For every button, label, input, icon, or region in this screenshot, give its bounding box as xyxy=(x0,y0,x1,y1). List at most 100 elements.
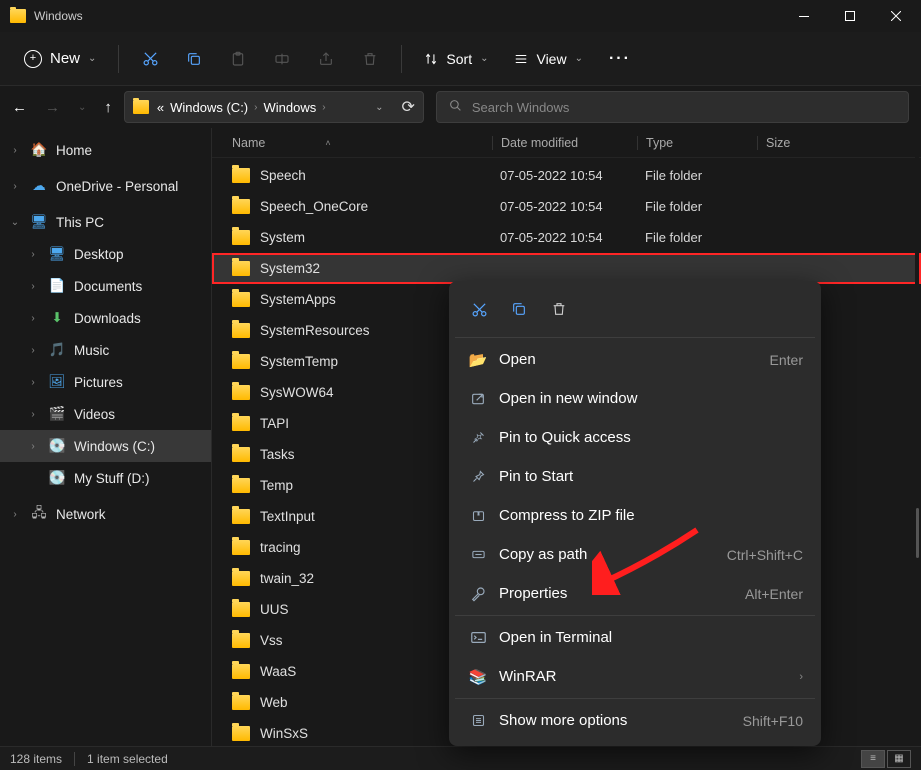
close-button[interactable] xyxy=(873,0,919,32)
pin-icon xyxy=(467,430,489,445)
menu-pin-start[interactable]: Pin to Start xyxy=(455,457,815,496)
table-row[interactable]: Speech_OneCore07-05-2022 10:54File folde… xyxy=(212,191,921,222)
maximize-button[interactable] xyxy=(827,0,873,32)
view-button[interactable]: View ⌄ xyxy=(504,45,592,73)
menu-winrar[interactable]: 📚 WinRAR › xyxy=(455,657,815,696)
up-button[interactable]: ↑ xyxy=(104,99,112,116)
desktop-icon: 🖥 xyxy=(48,246,66,262)
back-button[interactable]: ← xyxy=(12,99,27,116)
paste-icon[interactable] xyxy=(219,40,257,78)
sidebar-item-thispc[interactable]: ⌄ 🖥 This PC xyxy=(0,206,211,238)
home-icon: 🏠 xyxy=(30,142,48,158)
drive-icon: 💽 xyxy=(48,438,66,454)
details-view-button[interactable]: ≡ xyxy=(861,750,885,768)
winrar-icon: 📚 xyxy=(467,668,489,686)
menu-shortcut: Alt+Enter xyxy=(745,586,803,602)
header-label: Size xyxy=(766,136,790,150)
column-header-date[interactable]: Date modified xyxy=(492,136,637,150)
folder-icon xyxy=(232,571,250,586)
menu-properties[interactable]: Properties Alt+Enter xyxy=(455,574,815,613)
window-controls xyxy=(781,0,919,32)
sidebar-item-downloads[interactable]: › ⬇ Downloads xyxy=(0,302,211,334)
view-label: View xyxy=(536,51,566,67)
menu-open-new-window[interactable]: Open in new window xyxy=(455,379,815,418)
sidebar-item-drive-c[interactable]: › 💽 Windows (C:) xyxy=(0,430,211,462)
file-name: System32 xyxy=(260,261,320,276)
chevron-right-icon: › xyxy=(8,145,22,156)
menu-open[interactable]: 📂 Open Enter xyxy=(455,340,815,379)
sidebar-item-network[interactable]: › 🖧 Network xyxy=(0,498,211,530)
menu-label: Pin to Quick access xyxy=(499,429,803,446)
address-bar[interactable]: « Windows (C:) › Windows › ⌄ ⟳ xyxy=(124,91,424,123)
sidebar-item-onedrive[interactable]: › ☁ OneDrive - Personal xyxy=(0,170,211,202)
header-label: Type xyxy=(646,136,673,150)
sidebar-item-pictures[interactable]: › 🖼 Pictures xyxy=(0,366,211,398)
delete-icon[interactable] xyxy=(351,40,389,78)
sidebar-item-music[interactable]: › 🎵 Music xyxy=(0,334,211,366)
sidebar-label: Network xyxy=(56,507,106,522)
sort-indicator-icon: ˄ xyxy=(325,138,330,148)
more-options-icon xyxy=(467,713,489,728)
folder-icon xyxy=(232,199,250,214)
file-cell-date: 07-05-2022 10:54 xyxy=(492,230,637,245)
share-icon[interactable] xyxy=(307,40,345,78)
sidebar-item-desktop[interactable]: › 🖥 Desktop xyxy=(0,238,211,270)
table-row[interactable]: System32 xyxy=(212,253,921,284)
document-icon: 📄 xyxy=(48,278,66,294)
sidebar-item-home[interactable]: › 🏠 Home xyxy=(0,134,211,166)
minimize-button[interactable] xyxy=(781,0,827,32)
folder-icon xyxy=(232,447,250,462)
file-cell-type: File folder xyxy=(637,168,757,183)
context-menu: 📂 Open Enter Open in new window Pin to Q… xyxy=(449,281,821,746)
menu-label: Show more options xyxy=(499,712,743,729)
sidebar-label: My Stuff (D:) xyxy=(74,471,150,486)
refresh-button[interactable]: ⟳ xyxy=(401,97,414,117)
menu-copy-as-path[interactable]: Copy as path Ctrl+Shift+C xyxy=(455,535,815,574)
file-cell-name: System xyxy=(232,230,492,245)
menu-open-terminal[interactable]: Open in Terminal xyxy=(455,618,815,657)
breadcrumb-item[interactable]: Windows (C:) xyxy=(170,100,248,115)
menu-show-more[interactable]: Show more options Shift+F10 xyxy=(455,701,815,740)
sidebar-item-drive-d[interactable]: 💽 My Stuff (D:) xyxy=(0,462,211,494)
folder-icon xyxy=(232,261,250,276)
copy-icon[interactable] xyxy=(503,293,535,325)
column-header-size[interactable]: Size xyxy=(757,136,921,150)
folder-icon xyxy=(232,540,250,555)
sidebar-item-videos[interactable]: › 🎬 Videos xyxy=(0,398,211,430)
delete-icon[interactable] xyxy=(543,293,575,325)
sort-button[interactable]: Sort ⌄ xyxy=(414,45,498,73)
menu-shortcut: Enter xyxy=(770,352,803,368)
chevron-right-icon: › xyxy=(26,249,40,260)
address-dropdown-icon[interactable]: ⌄ xyxy=(375,102,383,113)
menu-compress-zip[interactable]: Compress to ZIP file xyxy=(455,496,815,535)
sidebar-label: Music xyxy=(74,343,109,358)
search-input[interactable]: Search Windows xyxy=(436,91,909,123)
status-count: 128 items xyxy=(10,752,62,766)
divider xyxy=(455,337,815,338)
sidebar-item-documents[interactable]: › 📄 Documents xyxy=(0,270,211,302)
copy-icon[interactable] xyxy=(175,40,213,78)
file-name: WaaS xyxy=(260,664,296,679)
breadcrumb-prefix[interactable]: « xyxy=(157,100,164,115)
chevron-down-icon: ⌄ xyxy=(88,53,96,64)
table-row[interactable]: System07-05-2022 10:54File folder xyxy=(212,222,921,253)
sort-icon xyxy=(424,52,438,66)
menu-pin-quick-access[interactable]: Pin to Quick access xyxy=(455,418,815,457)
column-header-type[interactable]: Type xyxy=(637,136,757,150)
new-button[interactable]: + New ⌄ xyxy=(14,44,106,74)
chevron-right-icon: › xyxy=(26,313,40,324)
chevron-right-icon: › xyxy=(8,181,22,192)
scrollbar[interactable] xyxy=(915,128,919,746)
column-header-name[interactable]: Name ˄ xyxy=(232,136,492,150)
breadcrumb-item[interactable]: Windows xyxy=(263,100,316,115)
cut-icon[interactable] xyxy=(131,40,169,78)
folder-icon xyxy=(10,9,26,23)
tiles-view-button[interactable]: ▦ xyxy=(887,750,911,768)
table-row[interactable]: Speech07-05-2022 10:54File folder xyxy=(212,160,921,191)
rename-icon[interactable] xyxy=(263,40,301,78)
forward-button[interactable]: → xyxy=(45,99,60,116)
cut-icon[interactable] xyxy=(463,293,495,325)
more-button[interactable]: ··· xyxy=(599,50,641,68)
folder-icon xyxy=(232,509,250,524)
recent-button[interactable]: ⌄ xyxy=(78,102,86,113)
